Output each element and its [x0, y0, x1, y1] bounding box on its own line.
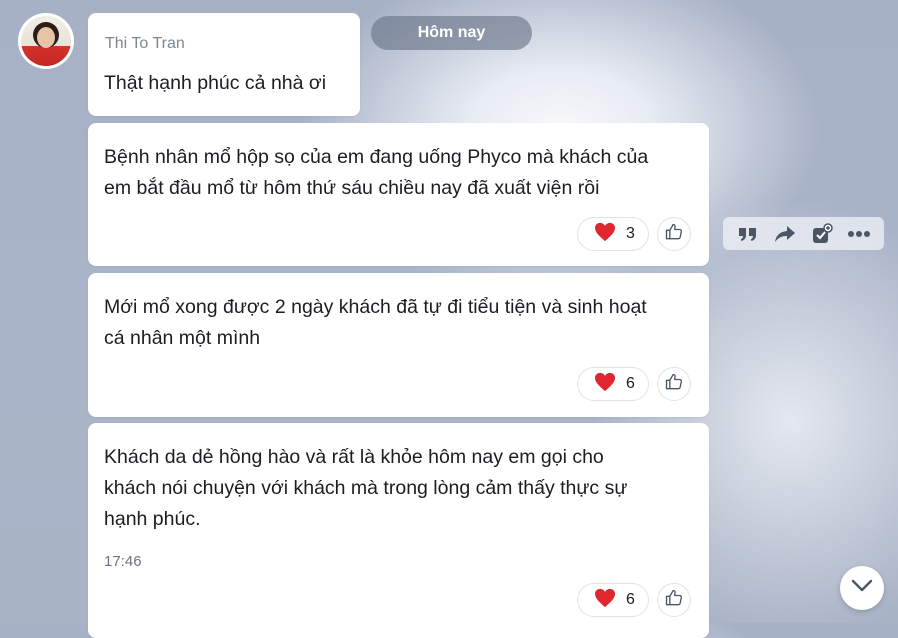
message-text: Mới mổ xong được 2 ngày khách đã tự đi t… [104, 296, 647, 349]
like-button[interactable] [657, 217, 691, 251]
heart-icon [594, 222, 616, 247]
reaction-count: 6 [626, 591, 635, 608]
message-bubble[interactable]: Thi To Tran Thật hạnh phúc cả nhà ơi [88, 13, 360, 116]
message-text: Thật hạnh phúc cả nhà ơi [104, 72, 327, 94]
heart-icon [594, 372, 616, 397]
message-timestamp: 17:46 [104, 553, 142, 570]
like-button[interactable] [657, 367, 691, 401]
reaction-pill[interactable]: 3 [577, 217, 649, 251]
scroll-to-bottom-button[interactable] [840, 566, 884, 610]
message-text: Khách da dẻ hồng hào và rất là khỏe hôm … [104, 446, 628, 530]
date-separator: Hôm nay [371, 16, 532, 50]
message-bubble[interactable]: Bệnh nhân mổ hộp sọ của em đang uống Phy… [88, 123, 709, 266]
avatar-photo [21, 16, 71, 66]
message-bubble[interactable]: Khách da dẻ hồng hào và rất là khỏe hôm … [88, 423, 709, 638]
message-action-toolbar [723, 217, 884, 250]
more-icon[interactable] [846, 221, 872, 247]
thumbs-up-icon [664, 588, 684, 613]
sender-name[interactable]: Thi To Tran [105, 35, 185, 53]
reaction-pill[interactable]: 6 [577, 367, 649, 401]
quote-icon[interactable] [735, 221, 761, 247]
reaction-count: 6 [626, 375, 635, 392]
thumbs-up-icon [664, 372, 684, 397]
reaction-count: 3 [626, 225, 635, 242]
like-button[interactable] [657, 583, 691, 617]
message-bubble[interactable]: Mới mổ xong được 2 ngày khách đã tự đi t… [88, 273, 709, 417]
thumbs-up-icon [664, 222, 684, 247]
share-icon[interactable] [772, 221, 798, 247]
chevron-down-icon [851, 579, 873, 598]
add-task-icon[interactable] [809, 221, 835, 247]
reaction-pill[interactable]: 6 [577, 583, 649, 617]
message-text: Bệnh nhân mổ hộp sọ của em đang uống Phy… [104, 146, 649, 199]
heart-icon [594, 588, 616, 613]
sender-avatar[interactable] [18, 13, 74, 69]
